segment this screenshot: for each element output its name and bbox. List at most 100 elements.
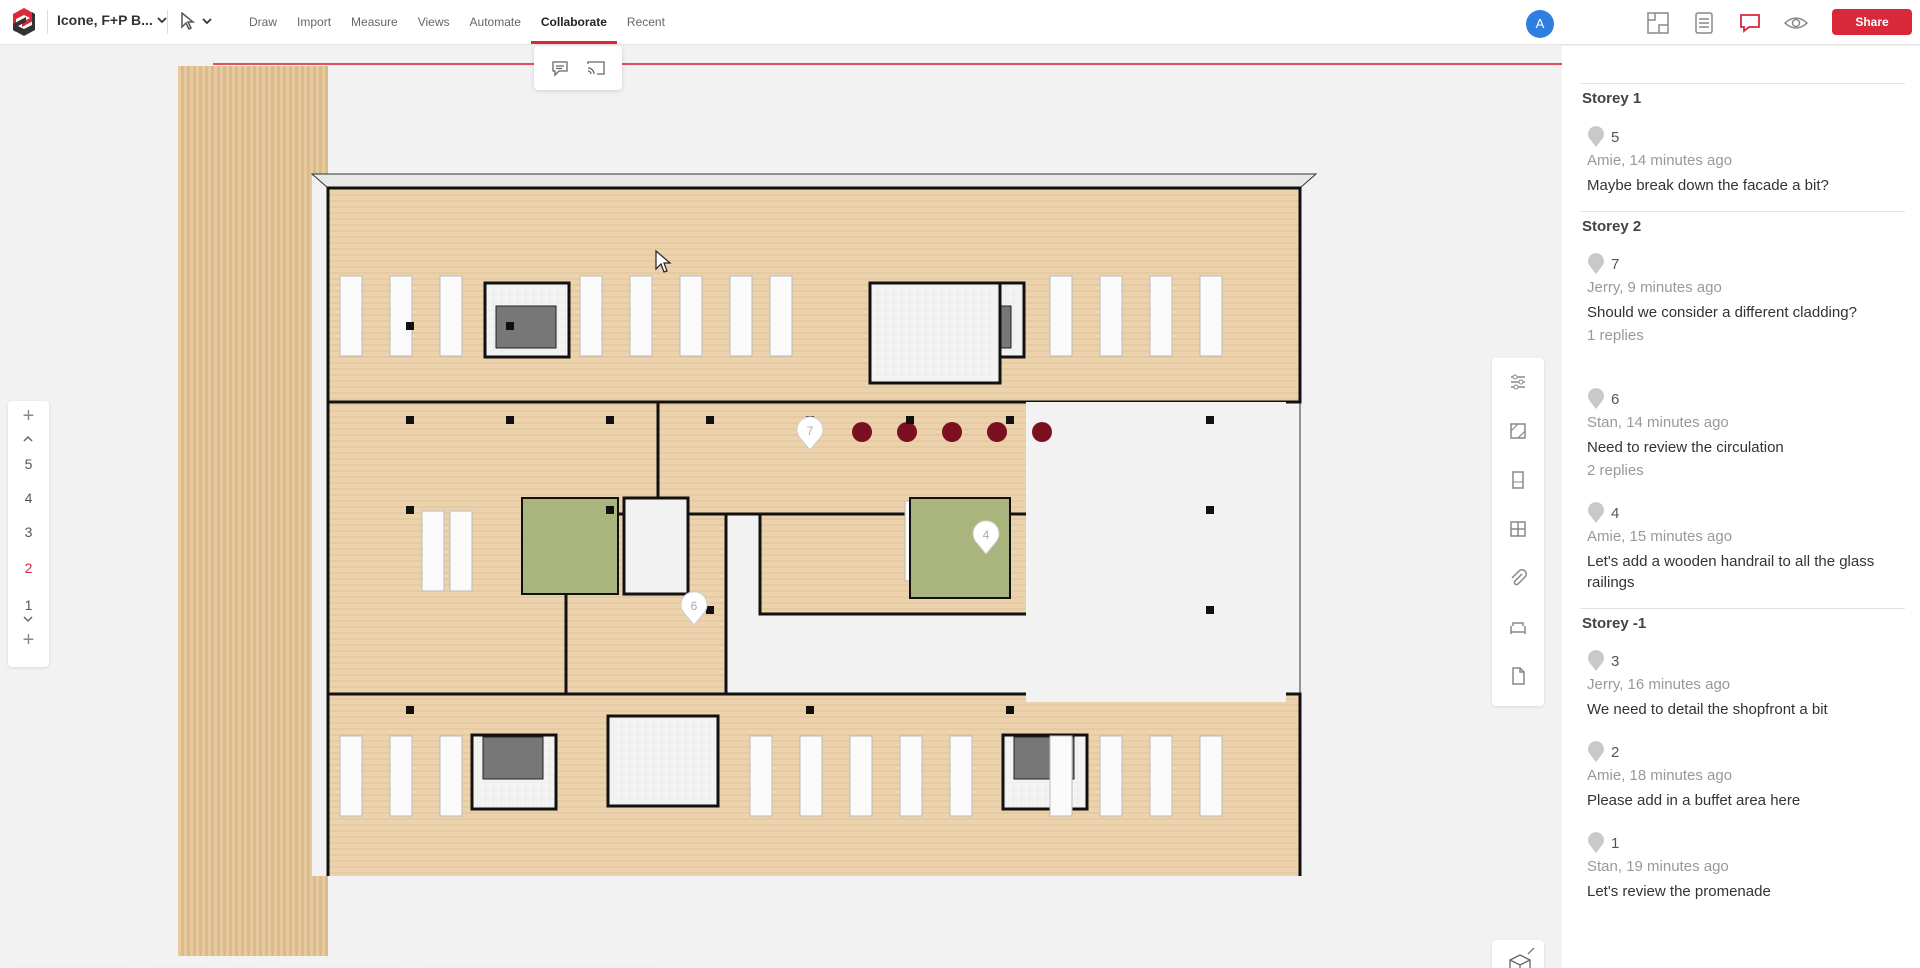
comment-pin-icon [1588, 253, 1604, 274]
cursor-icon [181, 12, 196, 30]
section-title-storey-1: Storey 1 [1582, 90, 1642, 107]
comment-pin-label: 7 [806, 424, 814, 438]
comment-text: Maybe break down the facade a bit? [1587, 177, 1829, 194]
nav-views[interactable]: Views [408, 0, 460, 44]
promenade-area [178, 66, 328, 956]
comment-meta: Amie, 14 minutes ago [1587, 152, 1733, 169]
sliders-icon[interactable] [1508, 372, 1528, 392]
floor-5[interactable]: 5 [8, 456, 49, 472]
nav-measure[interactable]: Measure [341, 0, 408, 44]
nav-recent[interactable]: Recent [617, 0, 675, 44]
elevator-icon[interactable] [1508, 470, 1528, 490]
chevron-down-icon [157, 17, 167, 24]
comment-number: 3 [1611, 652, 1620, 670]
comment-item[interactable]: 1 Stan, 19 minutes ago Let's review the … [1587, 832, 1887, 902]
comment-pin-icon [1588, 741, 1604, 762]
comment-item[interactable]: 5 Amie, 14 minutes ago Maybe break down … [1587, 126, 1887, 196]
divider [1580, 608, 1905, 609]
mouse-cursor-icon [655, 250, 672, 273]
comment-text: Need to review the circulation [1587, 439, 1784, 456]
project-name: Icone, F+P B... [57, 12, 153, 28]
project-selector[interactable]: Icone, F+P B... [57, 12, 167, 28]
3d-view-button[interactable] [1492, 940, 1544, 968]
comment-pin-icon [1588, 650, 1604, 671]
comment-meta: Jerry, 16 minutes ago [1587, 676, 1731, 693]
comment-meta: Stan, 14 minutes ago [1587, 414, 1729, 431]
chevron-up-icon[interactable] [22, 435, 34, 443]
comment-pin-label: 6 [690, 599, 698, 613]
chevron-down-icon[interactable] [22, 615, 34, 623]
floor-4[interactable]: 4 [8, 490, 49, 506]
section-title-storey-minus-1: Storey -1 [1582, 615, 1647, 632]
comment-meta: Stan, 19 minutes ago [1587, 858, 1729, 875]
comments-panel: Storey 1 5 Amie, 14 minutes ago Maybe br… [1562, 46, 1920, 968]
floorplan-view-icon[interactable] [1645, 10, 1671, 36]
comment-number: 7 [1611, 255, 1620, 273]
comment-number: 6 [1611, 390, 1620, 408]
add-floor-above-button[interactable]: + [8, 405, 49, 428]
comment-item[interactable]: 4 Amie, 15 minutes ago Let's add a woode… [1587, 502, 1887, 593]
add-floor-below-button[interactable]: + [8, 629, 49, 652]
section-title-storey-2: Storey 2 [1582, 218, 1642, 235]
collaborate-popover [534, 46, 622, 90]
floor-1[interactable]: 1 [8, 597, 49, 613]
drawing-canvas[interactable]: 7 4 6 + 5 4 3 2 1 + [0, 46, 1562, 968]
view-icons [1645, 10, 1809, 36]
main-nav: Draw Import Measure Views Automate Colla… [239, 0, 675, 44]
comment-pin-label: 4 [982, 528, 990, 542]
materials-icon[interactable] [1508, 421, 1528, 441]
cube-icon [1509, 947, 1535, 968]
divider [1580, 211, 1905, 212]
comment-text: We need to detail the shopfront a bit [1587, 701, 1828, 718]
comment-pin-icon [1588, 126, 1604, 147]
divider [1580, 83, 1905, 84]
section-line [213, 63, 1562, 65]
comment-number: 1 [1611, 834, 1620, 852]
schedule-icon[interactable] [1691, 10, 1717, 36]
paperclip-icon[interactable] [1508, 568, 1528, 588]
app-logo-icon[interactable] [10, 6, 38, 38]
floor-2[interactable]: 2 [8, 560, 49, 576]
comment-text: Please add in a buffet area here [1587, 792, 1801, 809]
share-button[interactable]: Share [1832, 9, 1912, 35]
floor-plan [310, 173, 1318, 876]
sofa-icon[interactable] [1508, 617, 1528, 637]
comment-meta: Jerry, 9 minutes ago [1587, 279, 1722, 296]
nav-automate[interactable]: Automate [460, 0, 531, 44]
comment-icon[interactable] [550, 58, 570, 78]
comment-text: Let's add a wooden handrail to all the g… [1587, 553, 1875, 591]
comment-text: Let's review the promenade [1587, 883, 1771, 900]
comment-replies-link[interactable]: 1 replies [1587, 327, 1887, 344]
comments-icon[interactable] [1737, 10, 1763, 36]
eye-icon[interactable] [1783, 10, 1809, 36]
comment-replies-link[interactable]: 2 replies [1587, 462, 1887, 479]
divider [47, 10, 48, 34]
comment-pin-icon [1588, 502, 1604, 523]
comment-number: 5 [1611, 128, 1620, 146]
divider [167, 10, 168, 34]
document-icon[interactable] [1508, 666, 1528, 686]
window-icon[interactable] [1508, 519, 1528, 539]
select-tool-dropdown[interactable] [180, 12, 212, 30]
floor-3[interactable]: 3 [8, 524, 49, 540]
chevron-down-icon [202, 18, 212, 25]
user-avatar[interactable]: A [1526, 10, 1554, 38]
comment-item[interactable]: 3 Jerry, 16 minutes ago We need to detai… [1587, 650, 1887, 720]
comment-text: Should we consider a different cladding? [1587, 304, 1857, 321]
comment-item[interactable]: 7 Jerry, 9 minutes ago Should we conside… [1587, 253, 1887, 344]
comment-number: 2 [1611, 743, 1620, 761]
nav-import[interactable]: Import [287, 0, 341, 44]
comment-meta: Amie, 18 minutes ago [1587, 767, 1733, 784]
top-toolbar: Icone, F+P B... Draw Import Measure View… [0, 0, 1920, 45]
nav-draw[interactable]: Draw [239, 0, 287, 44]
floor-selector: + 5 4 3 2 1 + [8, 401, 49, 667]
right-toolbar [1492, 358, 1544, 706]
cast-icon[interactable] [586, 58, 606, 78]
comment-pin-icon [1588, 832, 1604, 853]
comment-item[interactable]: 6 Stan, 14 minutes ago Need to review th… [1587, 388, 1887, 479]
comment-meta: Amie, 15 minutes ago [1587, 528, 1733, 545]
nav-collaborate[interactable]: Collaborate [530, 0, 617, 44]
comment-number: 4 [1611, 504, 1620, 522]
comment-item[interactable]: 2 Amie, 18 minutes ago Please add in a b… [1587, 741, 1887, 811]
comment-pin-icon [1588, 388, 1604, 409]
